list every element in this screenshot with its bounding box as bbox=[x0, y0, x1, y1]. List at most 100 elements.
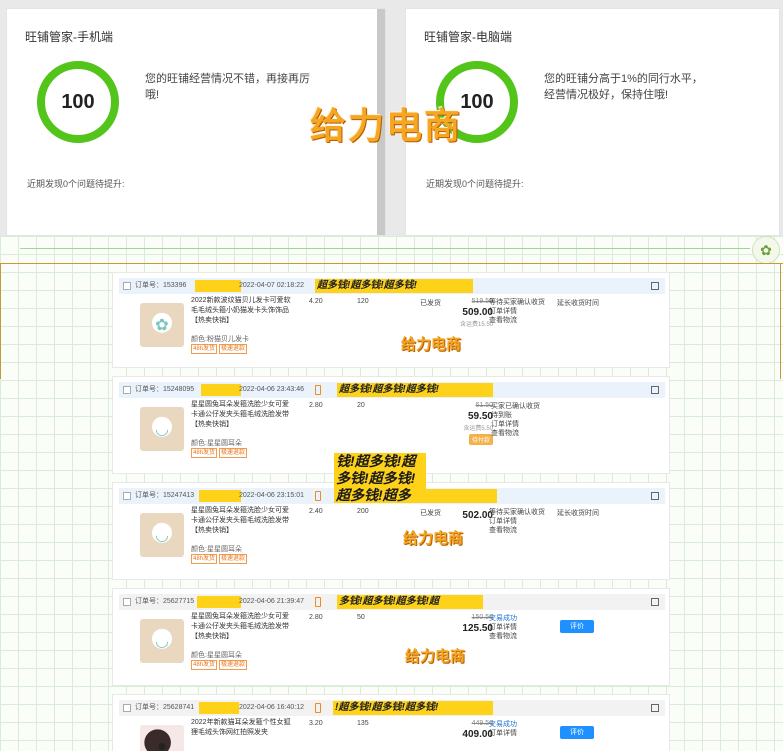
logistics-link[interactable]: 查看物流 bbox=[491, 429, 551, 438]
issue-summary: 近期发现0个问题待提升: bbox=[426, 179, 524, 189]
rate-button[interactable]: 评价 bbox=[560, 726, 594, 739]
score-value: 100 bbox=[460, 90, 494, 113]
total-price: 59.50 bbox=[467, 411, 493, 422]
order-detail-link[interactable]: 订单详情 bbox=[489, 517, 549, 526]
product-image[interactable]: ● bbox=[140, 725, 184, 751]
flag-icon[interactable] bbox=[651, 386, 659, 394]
product-title[interactable]: 星星圆兔耳朵发箍洗脸少女可爱卡通公仔发夹头箍毛绒洗脸发带 【热卖快销】 bbox=[191, 506, 291, 536]
divider bbox=[20, 248, 750, 249]
product-image[interactable]: ◡ bbox=[140, 513, 184, 557]
product-title[interactable]: 2022新款波纹猫贝儿发卡可爱软毛毛绒头箍小奶猫发卡头饰饰品 【热卖快销】 bbox=[191, 296, 291, 326]
mobile-order-icon bbox=[315, 703, 321, 713]
redaction-bar bbox=[195, 280, 241, 292]
quantity: 20 bbox=[357, 402, 365, 409]
redaction-band: 超多钱!超多钱!超多钱! bbox=[337, 383, 493, 397]
order-time: 2022-04-06 23:43:46 bbox=[239, 386, 304, 393]
sticker-overlay: 钱!超多钱!超多钱!超多钱!超多钱!超多钱!超多钱! bbox=[334, 453, 426, 503]
product-image[interactable]: ◡ bbox=[140, 407, 184, 451]
service-tag: 极速退款 bbox=[219, 554, 248, 564]
order-checkbox[interactable] bbox=[123, 704, 131, 712]
unit-price: 2.80 bbox=[309, 614, 323, 621]
order-detail-link[interactable]: 订单详情 bbox=[489, 623, 549, 632]
original-price: 61.50 bbox=[475, 402, 493, 409]
redaction-bar bbox=[199, 702, 239, 714]
status-text: 待到账 bbox=[491, 412, 512, 419]
redaction-band: !超多钱!超多钱!超多钱! bbox=[333, 701, 493, 715]
order-actions: 交易成功 订单详情 bbox=[489, 720, 549, 738]
flag-icon[interactable] bbox=[651, 704, 659, 712]
payment-badge: 待付款 bbox=[468, 434, 493, 445]
product-title[interactable]: 2022年新款猫耳朵发箍个性女狐狸毛绒头饰网红拍照发夹 bbox=[191, 718, 291, 738]
score-description: 您的旺铺分高于1%的同行水平，经营情况极好，保持住哦! bbox=[544, 73, 703, 101]
shipping-fee: 含运费5.50 bbox=[463, 426, 493, 432]
original-price: 449.50 bbox=[471, 720, 493, 727]
service-tag: 48h发货 bbox=[191, 554, 218, 564]
order-detail-link[interactable]: 订单详情 bbox=[489, 307, 549, 316]
order-number: 订单号：15248095 bbox=[135, 386, 195, 393]
flag-icon[interactable] bbox=[651, 282, 659, 290]
order-number: 订单号：15247413 bbox=[135, 492, 195, 499]
service-tag: 极速退款 bbox=[219, 344, 248, 354]
quantity: 50 bbox=[357, 614, 365, 621]
frame-border bbox=[780, 263, 781, 379]
extend-receipt-link[interactable]: 延长收货时间 bbox=[557, 298, 599, 308]
mobile-order-icon bbox=[315, 597, 321, 607]
unit-price: 2.80 bbox=[309, 402, 323, 409]
frame-border bbox=[0, 263, 783, 264]
logistics-link[interactable]: 查看物流 bbox=[489, 316, 549, 325]
total-price: 125.50 bbox=[462, 623, 493, 634]
status-text: 等待买家确认收货 bbox=[489, 509, 545, 516]
flag-icon[interactable] bbox=[651, 492, 659, 500]
service-tags: 48h发货 极速退款 bbox=[191, 448, 249, 458]
avatar: ✿ bbox=[752, 236, 780, 264]
order-header: 订单号：15248095 2022-04-06 23:43:46 超多钱!超多钱… bbox=[119, 382, 665, 398]
logistics-link[interactable]: 查看物流 bbox=[489, 526, 549, 535]
service-tag: 极速退款 bbox=[219, 660, 248, 670]
quantity: 135 bbox=[357, 720, 369, 727]
product-image[interactable]: ✿ bbox=[140, 303, 184, 347]
rate-button[interactable]: 评价 bbox=[560, 620, 594, 633]
redaction-band: 超多钱!超多钱!超多钱! bbox=[315, 279, 473, 293]
redaction-bar bbox=[201, 384, 241, 396]
store-health-section: 旺铺管家-手机端 100 您的旺铺经营情况不错，再接再厉哦! 近期发现0个问题待… bbox=[0, 0, 783, 236]
order-time: 2022-04-06 21:39:47 bbox=[239, 598, 304, 605]
product-title[interactable]: 星星圆兔耳朵发箍洗脸少女可爱卡通公仔发夹头箍毛绒洗脸发带 【热卖快销】 bbox=[191, 400, 291, 430]
order-detail-link[interactable]: 订单详情 bbox=[491, 420, 551, 429]
service-tag: 极速退款 bbox=[219, 448, 248, 458]
order-card: 订单号：25628741 2022-04-06 16:40:12 !超多钱!超多… bbox=[112, 694, 670, 751]
payment-summary: 502.00 bbox=[423, 508, 493, 521]
order-detail-link[interactable]: 订单详情 bbox=[489, 729, 549, 738]
logistics-link[interactable]: 查看物流 bbox=[489, 632, 549, 641]
product-image[interactable]: ◡ bbox=[140, 619, 184, 663]
payment-summary: 519.50 509.00 含运费15.50 bbox=[423, 298, 493, 328]
score-value: 100 bbox=[61, 90, 95, 113]
order-checkbox[interactable] bbox=[123, 386, 131, 394]
order-actions: 等待买家确认收货 订单详情 查看物流 bbox=[489, 508, 549, 535]
payment-summary: 61.50 59.50 含运费5.50 待付款 bbox=[423, 402, 493, 445]
order-number: 订单号：25628741 bbox=[135, 704, 195, 711]
service-tags: 48h发货 极速退款 bbox=[191, 344, 249, 354]
order-checkbox[interactable] bbox=[123, 282, 131, 290]
quantity: 120 bbox=[357, 298, 369, 305]
product-spec: 颜色:星星圆耳朵 bbox=[191, 652, 242, 659]
panel-title: 旺铺管家-电脑端 bbox=[424, 30, 512, 44]
order-actions: 等待买家确认收货 订单详情 查看物流 bbox=[489, 298, 549, 325]
flag-icon[interactable] bbox=[651, 598, 659, 606]
product-title[interactable]: 星星圆兔耳朵发箍洗脸少女可爱卡通公仔发夹头箍毛绒洗脸发带 【热卖快销】 bbox=[191, 612, 291, 642]
order-checkbox[interactable] bbox=[123, 492, 131, 500]
order-checkbox[interactable] bbox=[123, 598, 131, 606]
service-tags: 48h发货 极速退款 bbox=[191, 554, 249, 564]
total-price: 509.00 bbox=[462, 307, 493, 318]
watermark: 给力电商 bbox=[403, 530, 464, 547]
service-tag: 48h发货 bbox=[191, 660, 218, 670]
order-number: 订单号：25627715 bbox=[135, 598, 195, 605]
product-spec: 颜色:星星圆耳朵 bbox=[191, 546, 242, 553]
total-price: 502.00 bbox=[462, 510, 493, 521]
status-text: 交易成功 bbox=[489, 721, 517, 728]
redaction-bar bbox=[199, 490, 241, 502]
mobile-order-icon bbox=[315, 491, 321, 501]
product-spec: 颜色:粉猫贝儿发卡 bbox=[191, 336, 249, 343]
total-price: 409.00 bbox=[462, 729, 493, 740]
extend-receipt-link[interactable]: 延长收货时间 bbox=[557, 508, 599, 518]
product-spec: 颜色:星星圆耳朵 bbox=[191, 440, 242, 447]
